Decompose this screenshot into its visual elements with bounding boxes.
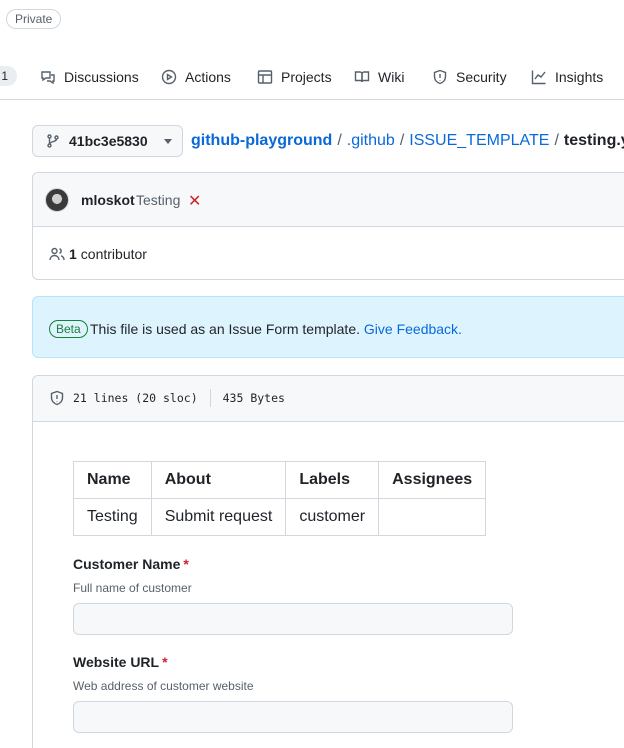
- cell-assignees: [378, 498, 487, 536]
- commit-message-link[interactable]: Testing: [136, 192, 180, 208]
- chevron-down-icon: [164, 138, 172, 144]
- commit-author-link[interactable]: mloskot: [81, 192, 135, 208]
- tab-label: Actions: [185, 69, 231, 85]
- tab-label: Insights: [555, 69, 604, 85]
- nav-counter-badge: 1: [0, 66, 17, 86]
- breadcrumb-separator: /: [337, 132, 342, 149]
- tab-label: Discussions: [64, 69, 139, 85]
- breadcrumb-separator: /: [554, 132, 559, 149]
- website-url-label: Website URL *: [73, 654, 168, 670]
- branch-selector-button[interactable]: 41bc3e5830: [32, 125, 183, 157]
- give-feedback-link[interactable]: Give Feedback.: [364, 321, 462, 337]
- field-label-text: Website URL: [73, 654, 160, 670]
- people-icon: [49, 247, 65, 261]
- table-header-row: Name About Labels Assignees: [73, 461, 487, 499]
- column-header-labels: Labels: [285, 461, 380, 499]
- tab-wiki[interactable]: Wiki: [354, 67, 404, 87]
- contributors-summary[interactable]: 1 contributor: [49, 246, 147, 262]
- book-icon: [354, 71, 370, 83]
- cell-about: Submit request: [150, 498, 287, 536]
- commit-header: mloskot Testing ✕: [33, 173, 624, 227]
- table-row: Testing Submit request customer: [73, 498, 487, 536]
- visibility-badge: Private: [6, 9, 62, 29]
- cell-name: Testing: [73, 498, 152, 536]
- breadcrumb-separator: /: [399, 132, 405, 149]
- play-icon: [161, 69, 177, 85]
- file-size: 435 Bytes: [222, 391, 285, 405]
- breadcrumb-repo-link[interactable]: github-playground: [191, 132, 332, 149]
- issue-template-metadata-table: Name About Labels Assignees Testing Subm…: [73, 461, 487, 536]
- tab-security[interactable]: Security: [432, 67, 507, 87]
- breadcrumb: github-playground / .github / ISSUE_TEMPLATE…: [191, 131, 624, 151]
- contributors-count: 1: [69, 246, 77, 262]
- file-header: 21 lines (20 sloc) 435 Bytes: [33, 376, 624, 422]
- breadcrumb-issue-template-link[interactable]: ISSUE_TEMPLATE: [409, 132, 549, 149]
- required-marker: *: [162, 654, 168, 670]
- status-failed-icon[interactable]: ✕: [188, 191, 201, 211]
- git-branch-icon: [47, 134, 59, 148]
- tab-label: Wiki: [378, 69, 405, 85]
- file-view-box: 21 lines (20 sloc) 435 Bytes Name About …: [32, 375, 624, 748]
- latest-commit-box: mloskot Testing ✕ 1 contributor: [32, 172, 624, 280]
- shield-icon: [50, 390, 64, 406]
- issue-form-flash-banner: Beta This file is used as an Issue Form …: [32, 296, 624, 358]
- tab-projects[interactable]: Projects: [257, 67, 332, 87]
- column-header-assignees: Assignees: [378, 461, 487, 499]
- tab-label: Projects: [281, 69, 332, 85]
- flash-message: This file is used as an Issue Form templ…: [90, 320, 462, 338]
- shield-icon: [433, 69, 447, 85]
- breadcrumb-github-dir-link[interactable]: .github: [347, 132, 395, 149]
- cell-labels: customer: [285, 498, 380, 536]
- field-label-text: Customer Name: [73, 556, 181, 572]
- graph-icon: [531, 70, 546, 85]
- contributors-label: contributor: [80, 246, 147, 262]
- customer-name-label: Customer Name *: [73, 556, 189, 572]
- flash-text: This file is used as an Issue Form templ…: [90, 321, 360, 337]
- column-header-name: Name: [73, 461, 152, 499]
- file-info: 21 lines (20 sloc) 435 Bytes: [49, 389, 285, 407]
- required-marker: *: [183, 556, 189, 572]
- discussions-icon: [41, 71, 55, 85]
- avatar[interactable]: [45, 188, 69, 212]
- beta-badge: Beta: [49, 320, 88, 338]
- column-header-about: About: [150, 461, 287, 499]
- tab-actions[interactable]: Actions: [161, 67, 231, 87]
- tab-insights[interactable]: Insights: [531, 67, 603, 87]
- website-url-input[interactable]: [73, 701, 513, 733]
- repo-nav: 1 Discussions Actions Projects Wiki Secu…: [0, 60, 624, 100]
- breadcrumb-current-file: testing.yml: [563, 132, 624, 149]
- tab-label: Security: [456, 69, 507, 85]
- tab-discussions[interactable]: Discussions: [40, 67, 139, 87]
- file-lines-count: 21 lines (20 sloc): [73, 391, 198, 405]
- divider: [209, 389, 211, 407]
- table-icon: [257, 70, 273, 84]
- customer-name-input[interactable]: [73, 603, 513, 635]
- website-url-description: Web address of customer website: [73, 679, 254, 693]
- customer-name-description: Full name of customer: [73, 581, 192, 595]
- branch-label: 41bc3e5830: [69, 133, 148, 149]
